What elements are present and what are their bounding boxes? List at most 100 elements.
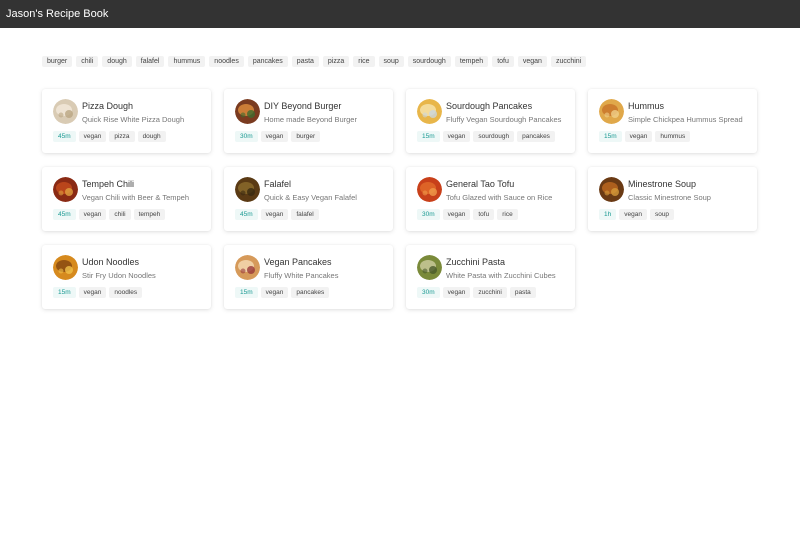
recipe-badges: 15m vegan noodles [53,287,143,298]
recipe-tag-vegan[interactable]: vegan [442,131,471,142]
recipe-card-minestrone-soup[interactable]: Minestrone Soup Classic Minestrone Soup 1h… [588,167,757,231]
recipe-tag-noodles[interactable]: noodles [109,287,143,298]
tag-filter-bar: burger chili dough falafel hummus noodles panc… [42,55,762,67]
recipe-tag-vegan[interactable]: vegan [442,209,471,220]
time-badge: 45m [53,131,76,142]
tag-filter-chili[interactable]: chili [76,55,99,67]
recipe-subtitle: Classic Minestrone Soup [628,193,711,202]
recipe-tag-vegan[interactable]: vegan [442,287,471,298]
recipe-tag-rice[interactable]: rice [497,209,518,220]
recipe-title[interactable]: Hummus [628,101,664,111]
tag-filter-zucchini[interactable]: zucchini [550,55,587,67]
tofu-icon [417,177,442,202]
recipe-title[interactable]: Zucchini Pasta [446,257,505,267]
recipe-subtitle: Home made Beyond Burger [264,115,357,124]
tag-filter-rice[interactable]: rice [353,55,375,67]
time-badge: 30m [417,209,440,220]
recipe-subtitle: Tofu Glazed with Sauce on Rice [446,193,553,202]
tag-filter-vegan[interactable]: vegan [517,55,547,67]
recipe-tag-chili[interactable]: chili [109,209,131,220]
time-badge: 1h [599,209,617,220]
recipe-subtitle: Fluffy Vegan Sourdough Pancakes [446,115,562,124]
recipe-card-falafel[interactable]: Falafel Quick & Easy Vegan Falafel 45m vega… [224,167,393,231]
recipe-badges: 30m vegan tofu rice [417,209,518,220]
time-badge: 15m [235,287,258,298]
recipe-subtitle: Stir Fry Udon Noodles [82,271,156,280]
time-badge: 30m [417,287,440,298]
recipe-tag-tofu[interactable]: tofu [473,209,495,220]
recipe-tag-hummus[interactable]: hummus [655,131,691,142]
recipe-subtitle: Quick & Easy Vegan Falafel [264,193,357,202]
recipe-badges: 30m vegan zucchini pasta [417,287,536,298]
recipe-tag-vegan[interactable]: vegan [260,287,289,298]
recipe-grid: Pizza Dough Quick Rise White Pizza Dough 4… [42,89,758,309]
recipe-title[interactable]: Falafel [264,179,291,189]
pancake-icon [235,255,260,280]
recipe-tag-pizza[interactable]: pizza [109,131,135,142]
recipe-card-udon-noodles[interactable]: Udon Noodles Stir Fry Udon Noodles 15m vega… [42,245,211,309]
time-badge: 45m [235,209,258,220]
tag-filter-noodles[interactable]: noodles [209,55,244,67]
dough-icon [53,99,78,124]
recipe-card-vegan-pancakes[interactable]: Vegan Pancakes Fluffy White Pancakes 15m ve… [224,245,393,309]
tag-filter-pancakes[interactable]: pancakes [247,55,288,67]
tag-filter-pasta[interactable]: pasta [291,55,319,67]
tag-filter-sourdough[interactable]: sourdough [407,55,451,67]
recipe-card-general-tao-tofu[interactable]: General Tao Tofu Tofu Glazed with Sauce o… [406,167,575,231]
recipe-card-hummus[interactable]: Hummus Simple Chickpea Hummus Spread 15m ve… [588,89,757,153]
burger-icon [235,99,260,124]
recipe-badges: 15m vegan hummus [599,131,691,142]
recipe-tag-pasta[interactable]: pasta [509,287,536,298]
tag-filter-tofu[interactable]: tofu [492,55,514,67]
recipe-title[interactable]: General Tao Tofu [446,179,514,189]
recipe-tag-vegan[interactable]: vegan [260,209,289,220]
recipe-title[interactable]: Vegan Pancakes [264,257,332,267]
recipe-tag-vegan[interactable]: vegan [78,287,107,298]
chili-icon [53,177,78,202]
recipe-subtitle: White Pasta with Zucchini Cubes [446,271,556,280]
time-badge: 45m [53,209,76,220]
recipe-badges: 15m vegan pancakes [235,287,330,298]
recipe-badges: 1h vegan soup [599,209,675,220]
recipe-card-sourdough-pancakes[interactable]: Sourdough Pancakes Fluffy Vegan Sourdough… [406,89,575,153]
recipe-tag-zucchini[interactable]: zucchini [473,287,507,298]
tag-filter-dough[interactable]: dough [102,55,132,67]
recipe-title[interactable]: Sourdough Pancakes [446,101,532,111]
recipe-tag-vegan[interactable]: vegan [78,131,107,142]
recipe-badges: 15m vegan sourdough pancakes [417,131,555,142]
recipe-tag-falafel[interactable]: falafel [291,209,319,220]
tag-filter-pizza[interactable]: pizza [322,55,350,67]
recipe-tag-tempeh[interactable]: tempeh [133,209,166,220]
recipe-tag-pancakes[interactable]: pancakes [291,287,330,298]
recipe-tag-vegan[interactable]: vegan [78,209,107,220]
falafel-icon [235,177,260,202]
tag-filter-hummus[interactable]: hummus [168,55,206,67]
tag-filter-tempeh[interactable]: tempeh [454,55,489,67]
recipe-tag-vegan[interactable]: vegan [624,131,653,142]
recipe-title[interactable]: Minestrone Soup [628,179,696,189]
tag-filter-soup[interactable]: soup [378,55,404,67]
tag-filter-falafel[interactable]: falafel [135,55,165,67]
recipe-tag-pancakes[interactable]: pancakes [517,131,555,142]
recipe-title[interactable]: Tempeh Chili [82,179,134,189]
recipe-tag-dough[interactable]: dough [137,131,166,142]
recipe-card-zucchini-pasta[interactable]: Zucchini Pasta White Pasta with Zucchini … [406,245,575,309]
recipe-title[interactable]: Udon Noodles [82,257,139,267]
recipe-title[interactable]: DIY Beyond Burger [264,101,341,111]
recipe-card-tempeh-chili[interactable]: Tempeh Chili Vegan Chili with Beer & Temp… [42,167,211,231]
recipe-tag-soup[interactable]: soup [649,209,675,220]
recipe-tag-vegan[interactable]: vegan [619,209,647,220]
recipe-badges: 45m vegan chili tempeh [53,209,166,220]
time-badge: 15m [599,131,622,142]
recipe-subtitle: Simple Chickpea Hummus Spread [628,115,743,124]
recipe-tag-sourdough[interactable]: sourdough [473,131,515,142]
app-header: Jason's Recipe Book [0,0,800,28]
recipe-tag-burger[interactable]: burger [291,131,321,142]
recipe-card-beyond-burger[interactable]: DIY Beyond Burger Home made Beyond Burger… [224,89,393,153]
recipe-card-pizza-dough[interactable]: Pizza Dough Quick Rise White Pizza Dough 4… [42,89,211,153]
recipe-title[interactable]: Pizza Dough [82,101,133,111]
recipe-subtitle: Vegan Chili with Beer & Tempeh [82,193,190,202]
recipe-tag-vegan[interactable]: vegan [260,131,289,142]
recipe-subtitle: Fluffy White Pancakes [264,271,339,280]
tag-filter-burger[interactable]: burger [42,55,73,67]
